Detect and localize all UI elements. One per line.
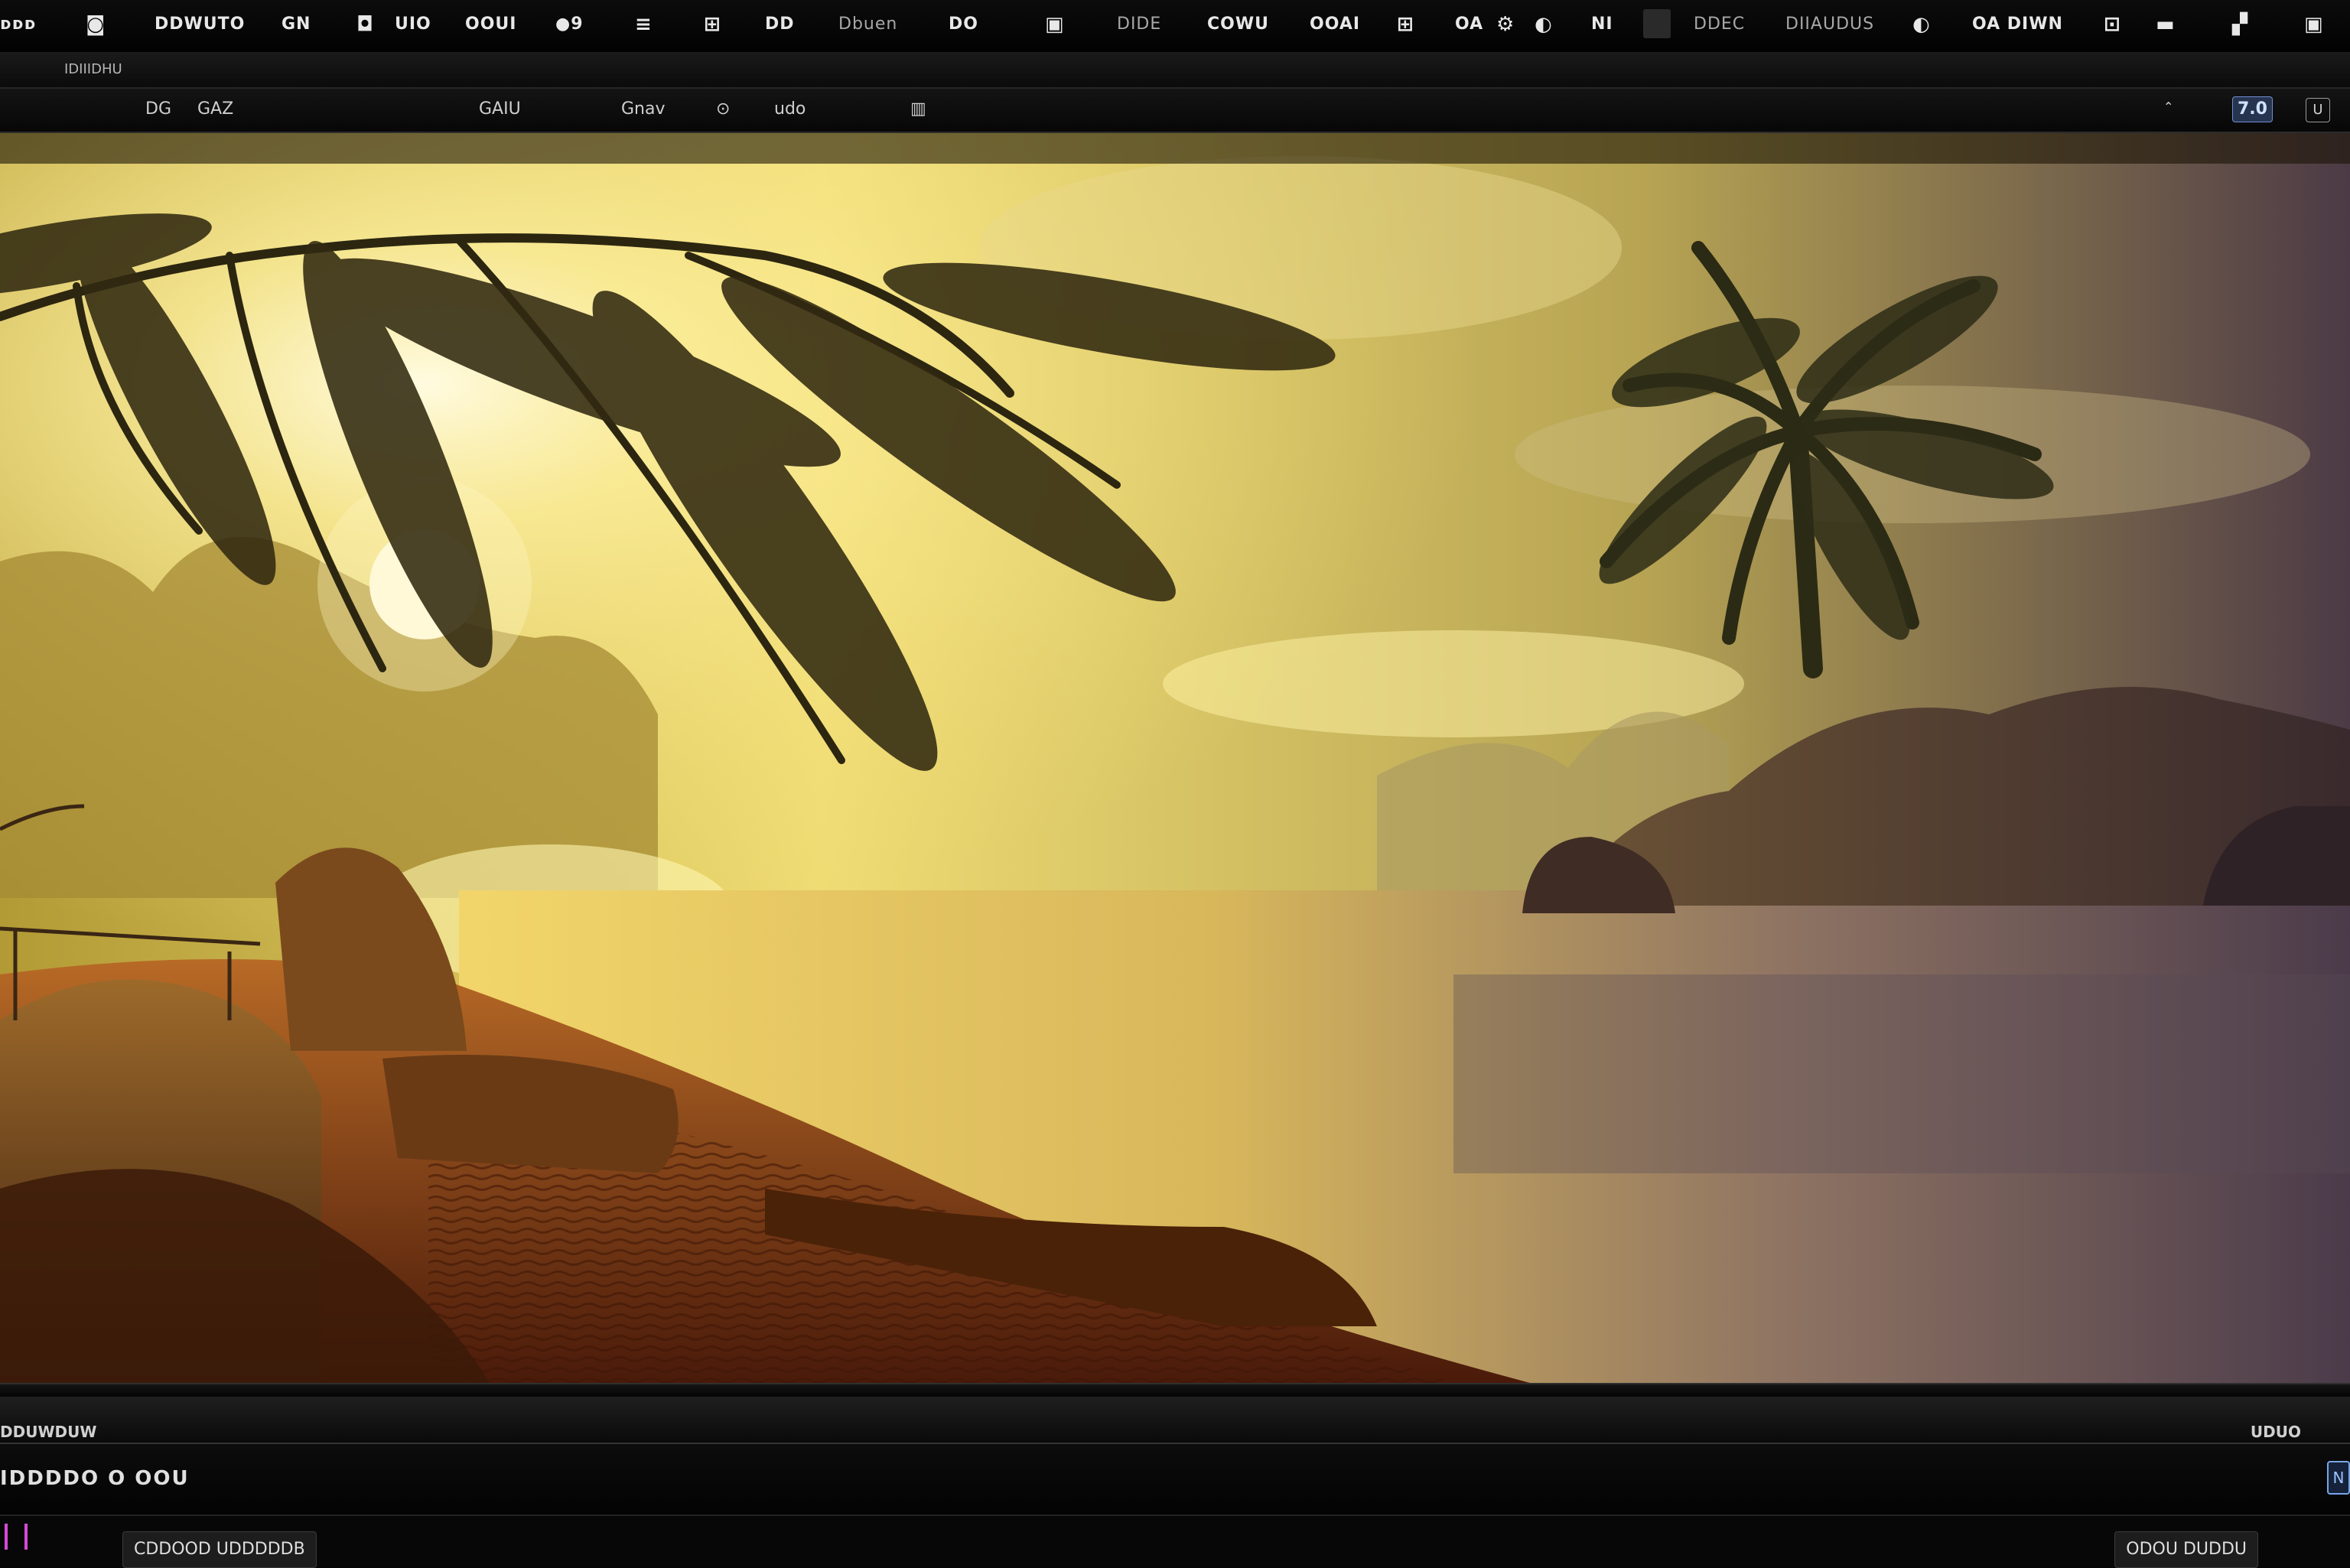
menu-icon-27[interactable]: ⊡ — [2104, 11, 2121, 38]
menu-icon-9[interactable]: ⊞ — [704, 11, 721, 38]
menu-item-14[interactable]: DIDE — [1117, 11, 1161, 38]
menu-icon-30[interactable]: ▣ — [2304, 11, 2324, 38]
menu-item-2[interactable]: DDWUTO — [155, 11, 245, 38]
viewer-toolbar: DG GAZ GAIU Gnav ⊙ udo ▥ ⌃ 7.0 U — [0, 89, 2350, 133]
timeline-bar: DDUWDUW UDUO — [0, 1397, 2350, 1444]
menu-item-16[interactable]: OOAI — [1310, 11, 1360, 38]
status-right-pill[interactable]: ODOU DUDDU — [2114, 1531, 2258, 1568]
toolbar-item-dg[interactable]: DG — [145, 99, 171, 119]
document-tab[interactable]: IDIIIDHU — [64, 61, 122, 77]
menu-icon-19[interactable]: ⚙ — [1496, 11, 1515, 38]
menu-icon-25[interactable]: ◐ — [1912, 11, 1931, 38]
pause-icon[interactable] — [5, 1524, 28, 1550]
status-left-pill[interactable]: CDDOOD UDDDDDB — [122, 1531, 317, 1568]
menu-item-6[interactable]: OOUI — [465, 11, 516, 38]
menu-item-10[interactable]: DD — [765, 11, 795, 38]
render-image — [0, 133, 2350, 1383]
image-viewport[interactable] — [0, 133, 2350, 1383]
menu-item-24[interactable]: DIIAUDUS — [1785, 11, 1874, 38]
menu-icon-28[interactable]: ▬ — [2156, 11, 2176, 38]
menu-item-3[interactable]: GN — [282, 11, 311, 38]
panel-toggle-icon[interactable]: N — [2327, 1461, 2350, 1495]
toolbar-item-gnav[interactable]: Gnav — [621, 99, 666, 119]
menu-icon-29[interactable]: ▞ — [2232, 11, 2248, 38]
timeline-value: UDUO — [2250, 1423, 2301, 1441]
menu-icon-1[interactable]: ◙ — [86, 11, 106, 38]
panel-divider[interactable] — [0, 1383, 2350, 1398]
toolbar-item-gaiu[interactable]: GAIU — [479, 99, 521, 119]
menu-icon-17[interactable]: ⊞ — [1397, 11, 1414, 38]
menu-item-11[interactable]: Dbuen — [838, 11, 897, 38]
info-readout: IDDDDO O OOU — [0, 1467, 190, 1490]
menu-bar: ᴅᴅᴅ ◙ DDWUTO GN ◘ UIO OOUI ●9 ≡ ⊞ DD Dbuen DO ▣ DIDE CO… — [0, 0, 2350, 54]
timeline-label: DDUWDUW — [0, 1423, 97, 1441]
menu-item-15[interactable]: COWU — [1207, 11, 1269, 38]
chevron-up-icon[interactable]: ⌃ — [2163, 99, 2173, 114]
menu-item-0[interactable]: ᴅᴅᴅ — [0, 11, 37, 38]
zoom-badge[interactable]: 7.0 — [2232, 96, 2273, 122]
menu-icon-20[interactable]: ◐ — [1535, 11, 1553, 38]
menu-item-5[interactable]: UIO — [395, 11, 431, 38]
menu-item-18[interactable]: OA — [1455, 11, 1483, 38]
grid-icon[interactable]: ▥ — [910, 99, 926, 119]
target-icon[interactable]: ⊙ — [716, 99, 730, 119]
toolbar-item-gaz[interactable]: GAZ — [197, 99, 233, 119]
info-bar: IDDDDO O OOU N — [0, 1444, 2350, 1516]
toolbar-item-udo[interactable]: udo — [774, 99, 806, 119]
document-tab-bar: IDIIIDHU — [0, 54, 2350, 89]
menu-item-26[interactable]: OA DIWN — [1972, 11, 2063, 38]
menu-icon-13[interactable]: ▣ — [1045, 11, 1065, 38]
menu-icon-8[interactable]: ≡ — [635, 11, 653, 38]
menu-item-12[interactable]: DO — [949, 11, 978, 38]
menu-item-22[interactable] — [1643, 9, 1671, 38]
status-bar: CDDOOD UDDDDDB ODOU DUDDU — [0, 1516, 2350, 1568]
menu-icon-4[interactable]: ◘ — [356, 11, 374, 38]
menu-item-23[interactable]: DDEC — [1694, 11, 1745, 38]
menu-item-21[interactable]: NI — [1591, 11, 1613, 38]
lock-icon[interactable]: U — [2306, 98, 2330, 122]
menu-item-7[interactable]: ●9 — [555, 11, 584, 38]
